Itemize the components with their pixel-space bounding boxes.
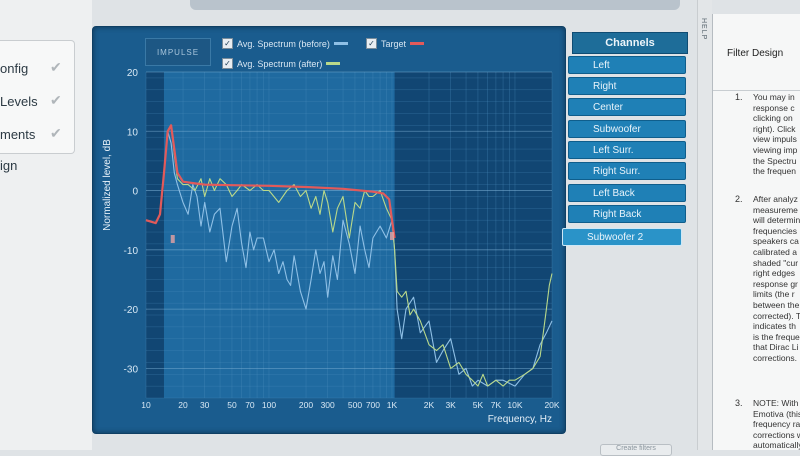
help-tab-label: HELP xyxy=(700,18,707,41)
help-step-text: You may in xyxy=(753,92,795,102)
help-step-text: shaded "cur xyxy=(753,257,799,268)
channel-left-surr[interactable]: Left Surr. xyxy=(568,141,686,159)
help-step-text: calibrated a xyxy=(753,247,797,257)
x-tick-label: 20K xyxy=(544,400,559,410)
help-step-text: frequencies xyxy=(753,225,797,236)
x-tick-label: 10 xyxy=(141,400,151,410)
help-step-text: corrected). T xyxy=(753,310,800,321)
help-step-text: view impuls xyxy=(753,134,797,145)
help-step-text: viewing imp xyxy=(753,145,798,155)
x-tick-label: 2K xyxy=(424,400,435,410)
help-step-text: limits (the r xyxy=(753,289,795,300)
x-tick-label: 20 xyxy=(178,400,188,410)
help-step-text: will determin xyxy=(753,215,800,226)
help-step-text: NOTE: With xyxy=(753,398,799,408)
y-tick-label: 10 xyxy=(127,127,139,138)
y-tick-label: -30 xyxy=(124,364,139,375)
help-step-text: corrections w xyxy=(753,429,800,440)
filter-limit-handle xyxy=(170,235,175,243)
x-tick-label: 5K xyxy=(473,400,484,410)
x-tick-label: 3K xyxy=(445,400,456,410)
help-step-text: Emotiva (this xyxy=(753,408,800,419)
x-tick-label: 500 xyxy=(348,400,362,410)
uncorrected-region xyxy=(394,72,552,398)
x-tick-label: 300 xyxy=(321,400,335,410)
channels-title: Channels xyxy=(572,32,688,54)
help-document: Filter Design 1. You may in response c clic… xyxy=(712,14,800,450)
y-tick-label: -20 xyxy=(124,305,139,316)
x-tick-label: 200 xyxy=(299,400,313,410)
help-step-text: response c xyxy=(753,102,795,113)
y-tick-label: -10 xyxy=(124,246,139,257)
x-tick-label: 1K xyxy=(387,400,398,410)
create-filters-button[interactable]: Create filters xyxy=(600,444,672,456)
filter-limit-handle xyxy=(389,232,394,241)
help-tab[interactable] xyxy=(697,0,712,450)
help-step-text: automatically xyxy=(753,440,800,450)
x-tick-label: 50 xyxy=(227,400,237,410)
divider xyxy=(713,90,800,91)
x-tick-label: 10K xyxy=(507,400,522,410)
help-step-text: the Spectru xyxy=(753,155,797,166)
help-step-text: right edges xyxy=(753,268,796,279)
x-tick-label: 700 xyxy=(366,400,380,410)
help-step-text: the frequen xyxy=(753,166,797,177)
help-step-number: 2. xyxy=(735,194,743,204)
channel-right[interactable]: Right xyxy=(568,77,686,95)
help-heading: Filter Design xyxy=(727,48,784,59)
channel-center[interactable]: Center xyxy=(568,98,686,116)
help-step-text: speakers ca xyxy=(753,236,799,247)
x-tick-label: 7K xyxy=(491,400,502,410)
y-tick-label: 0 xyxy=(132,187,138,198)
channel-left-back[interactable]: Left Back xyxy=(568,184,686,202)
y-axis-label: Normalized level, dB xyxy=(102,139,113,231)
help-step-text: measureme xyxy=(753,204,798,215)
help-step-number: 1. xyxy=(735,92,743,102)
channel-subwoofer-2[interactable]: Subwoofer 2 xyxy=(562,228,682,246)
help-step-number: 3. xyxy=(735,398,743,408)
channel-right-surr[interactable]: Right Surr. xyxy=(568,162,686,180)
help-step-text: that Dirac Li xyxy=(753,342,799,353)
help-step-text: is the freque xyxy=(753,331,800,342)
help-step-text: frequency ran xyxy=(753,419,800,430)
uncorrected-region xyxy=(146,72,164,398)
x-tick-label: 30 xyxy=(200,400,210,410)
channel-subwoofer[interactable]: Subwoofer xyxy=(568,120,686,138)
help-step-text: clicking on xyxy=(753,113,793,124)
help-step-text: corrections. xyxy=(753,353,797,363)
x-axis-label: Frequency, Hz xyxy=(488,414,552,425)
help-step-text: between the xyxy=(753,300,800,310)
y-tick-label: 20 xyxy=(127,68,139,79)
x-tick-label: 70 xyxy=(245,400,255,410)
help-step-text: response gr xyxy=(753,278,798,289)
channel-right-back[interactable]: Right Back xyxy=(568,205,686,223)
help-step-text: right). Click xyxy=(753,123,796,134)
channel-left[interactable]: Left xyxy=(568,56,686,74)
help-step-text: indicates th xyxy=(753,321,796,332)
help-step-text: After analyz xyxy=(753,194,798,204)
x-tick-label: 100 xyxy=(262,400,276,410)
